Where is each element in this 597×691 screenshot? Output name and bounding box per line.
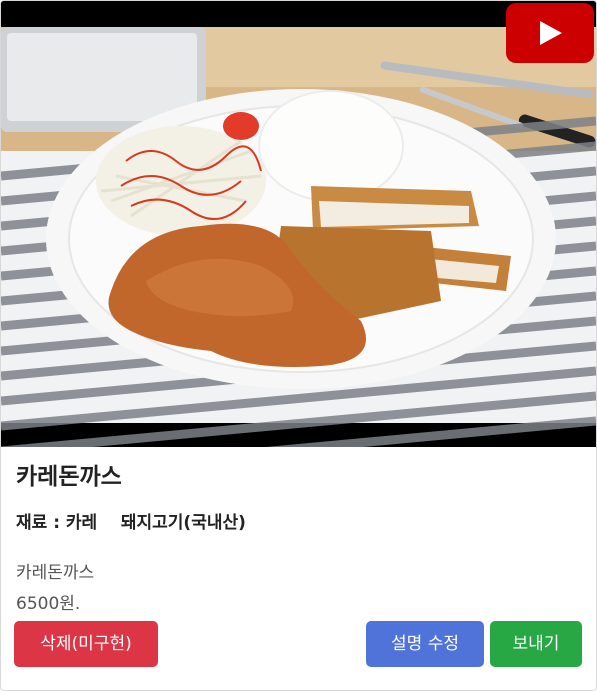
edit-description-button[interactable]: 설명 수정 (366, 621, 484, 667)
youtube-play-icon (540, 21, 562, 45)
send-button[interactable]: 보내기 (490, 621, 582, 667)
food-image (1, 1, 596, 447)
youtube-play-button[interactable] (506, 3, 594, 63)
recipe-price: 6500원. (16, 594, 81, 614)
recipe-title: 카레돈까스 (16, 464, 122, 490)
recipe-ingredients: 재료 : 카레 돼지고기(국내산) (16, 513, 246, 533)
delete-button[interactable]: 삭제(미구현) (14, 621, 158, 667)
recipe-photo[interactable] (1, 1, 596, 447)
recipe-card: 카레돈까스 재료 : 카레 돼지고기(국내산) 카레돈까스 6500원. 삭제(… (0, 0, 597, 691)
recipe-description: 카레돈까스 (16, 563, 95, 583)
